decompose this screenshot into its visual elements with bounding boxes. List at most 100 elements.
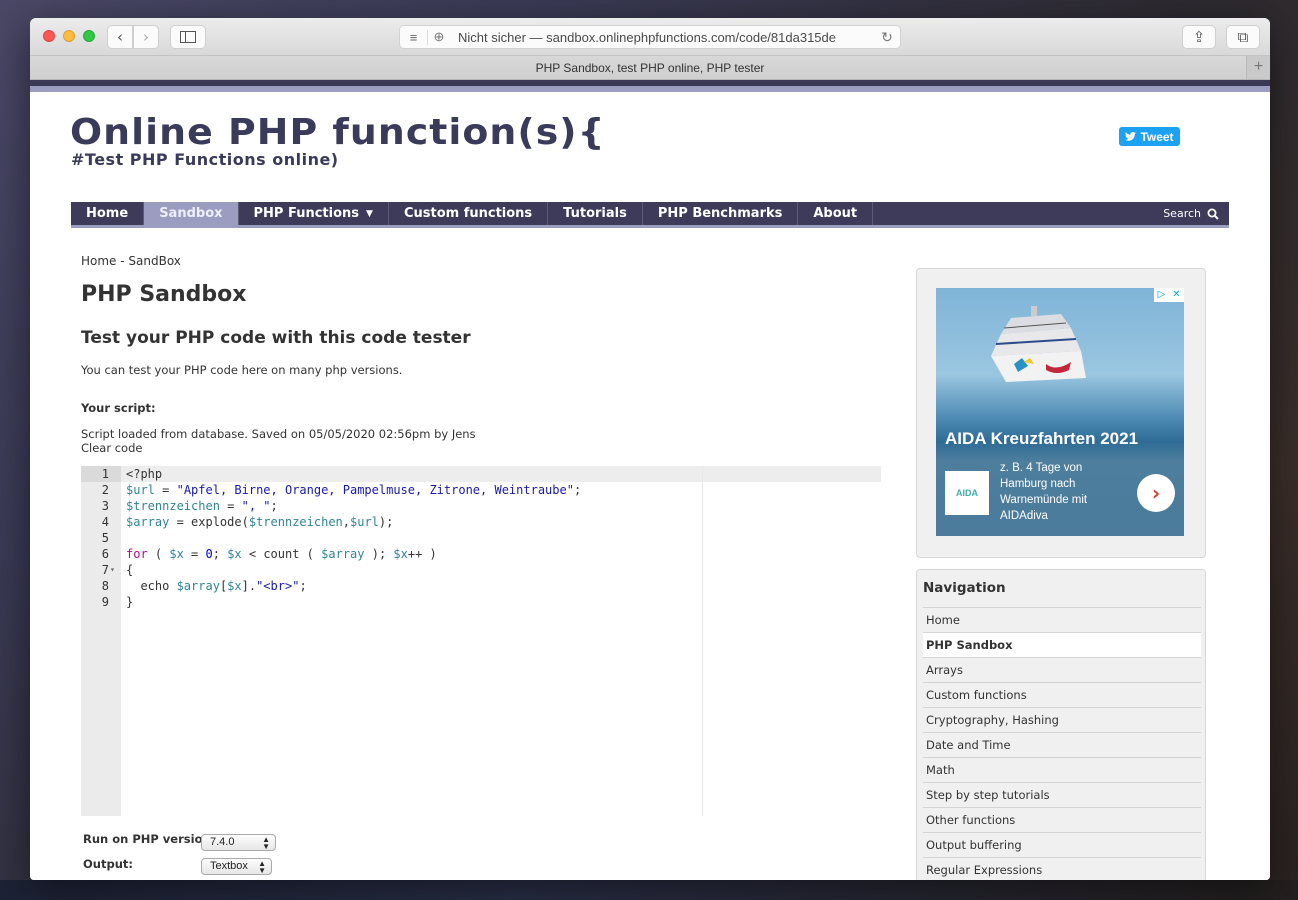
nav-label: Custom functions [403,206,533,221]
nav-home[interactable]: Home [71,202,145,225]
nav-label: PHP Benchmarks [657,206,783,221]
code-text: $trennzeichen = ", "; [126,499,278,513]
nav-php-functions[interactable]: PHP Functions ▼ [239,202,389,225]
line-number: 9 [101,595,109,609]
sidebar-nav-item[interactable]: Other functions [923,807,1201,832]
script-status: Script loaded from database. Saved on 05… [81,427,476,455]
code-line[interactable]: 3 $trennzeichen = ", "; [81,498,881,514]
chevron-right-icon: › [143,28,149,46]
nav-label: Tutorials [563,206,627,221]
sidebar-nav-item[interactable]: Output buffering [923,832,1201,857]
ad-next-button[interactable]: › [1137,474,1175,512]
url-text[interactable]: Nicht sicher — sandbox.onlinephpfunction… [450,30,874,45]
line-number: 4 [101,515,109,529]
address-bar[interactable]: ≡ ⊕ Nicht sicher — sandbox.onlinephpfunc… [399,25,901,49]
nav-sandbox[interactable]: Sandbox [144,202,239,225]
line-number: 6 [101,547,109,561]
tab-title[interactable]: PHP Sandbox, test PHP online, PHP tester [536,61,765,75]
sidebar-nav-item[interactable]: Math [923,757,1201,782]
url-value: sandbox.onlinephpfunctions.com/code/81da… [546,29,836,45]
new-tab-button[interactable]: + [1246,56,1270,79]
page-subtitle: Test your PHP code with this code tester [81,328,471,348]
php-version-select[interactable]: 7.4.0 ▲ ▼ [201,834,276,851]
zoom-window-button[interactable] [83,30,95,42]
script-label: Your script: [81,401,156,415]
sidebar-nav-item[interactable]: Cryptography, Hashing [923,707,1201,732]
nav-label: Sandbox [159,206,223,221]
select-arrows-icon: ▲ ▼ [258,859,266,875]
sidebar-nav-item[interactable]: Home [923,607,1201,632]
fold-arrow-icon[interactable]: ▾ [110,562,115,578]
main-navigation: Home Sandbox PHP Functions ▼ Custom funct… [71,202,1229,228]
web-page: Online PHP function(s){ #Test PHP Functi… [30,92,1270,880]
browser-window: ‹ › ≡ ⊕ Nicht sicher — sandbox.onlinephp… [30,18,1270,880]
code-text: } [126,595,134,609]
php-version-label: Run on PHP version: [83,832,216,846]
breadcrumb[interactable]: Home - SandBox [81,254,181,268]
code-text: $array = explode($trennzeichen,$url); [126,515,394,529]
line-number: 7 [101,563,109,577]
code-line[interactable]: 5 [81,530,881,546]
code-line[interactable]: 2 $url = "Apfel, Birne, Orange, Pampelmus… [81,482,881,498]
nav-tutorials[interactable]: Tutorials [548,202,643,225]
nav-php-benchmarks[interactable]: PHP Benchmarks [643,202,799,225]
code-line[interactable]: 6 for ( $x = 0; $x < count ( $array ); $x… [81,546,881,562]
sidebar-navigation: Navigation Home PHP Sandbox Arrays Custom f… [916,569,1206,880]
code-text: <?php [126,467,163,481]
script-saved-info: Script loaded from database. Saved on 05… [81,427,476,441]
clear-code-link[interactable]: Clear code [81,441,142,455]
sidebar-nav-item[interactable]: Regular Expressions [923,857,1201,880]
reader-mode-icon[interactable]: ≡ [400,29,428,45]
code-editor[interactable]: 1 <?php 2 $url = "Apfel, Birne, Orange, Pam… [81,466,881,816]
sidebar-nav-item[interactable]: PHP Sandbox [923,632,1201,657]
sidebar-icon [180,31,196,43]
search-button[interactable]: Search [1163,202,1229,225]
code-line[interactable]: 1 <?php [81,466,881,482]
ad-description: z. B. 4 Tage von Hamburg nach Warnemünde… [1000,462,1088,522]
code-text: { [126,563,134,577]
tweet-label: Tweet [1140,129,1174,144]
code-line[interactable]: 8 echo $array[$x]."<br>"; [81,578,881,594]
nav-custom-functions[interactable]: Custom functions [389,202,549,225]
sidebar-nav-item[interactable]: Date and Time [923,732,1201,757]
forward-button[interactable]: › [133,25,159,49]
minimize-window-button[interactable] [63,30,75,42]
code-line[interactable]: 7 ▾ { [81,562,881,578]
nav-about[interactable]: About [798,202,874,225]
back-button[interactable]: ‹ [107,25,133,49]
line-number: 2 [101,483,109,497]
show-tabs-button[interactable]: ⧉ [1226,25,1260,49]
advertisement[interactable]: ▷ ✕ AIDA Kreuzfahrten 2021 AIDA z. B. 4 … [936,288,1184,536]
aida-logo: AIDA [945,471,989,515]
close-window-button[interactable] [43,30,55,42]
search-icon [1207,208,1219,220]
ad-container: ▷ ✕ AIDA Kreuzfahrten 2021 AIDA z. B. 4 … [916,268,1206,558]
nav-label: About [813,206,858,221]
code-line[interactable]: 4 $array = explode($trennzeichen,$url); [81,514,881,530]
share-button[interactable]: ⇪ [1182,25,1216,49]
sidebar-toggle-button[interactable] [170,25,206,49]
search-label: Search [1163,207,1201,220]
tab-bar: PHP Sandbox, test PHP online, PHP tester… [30,56,1270,80]
output-select[interactable]: Textbox ▲ ▼ [201,858,272,875]
url-separator: — [525,29,547,45]
ad-choices[interactable]: ▷ ✕ [1154,288,1184,302]
tweet-button[interactable]: Tweet [1119,127,1180,146]
sidebar-nav-item[interactable]: Custom functions [923,682,1201,707]
line-number: 8 [101,579,109,593]
close-ad-icon[interactable]: ✕ [1169,288,1184,302]
reload-icon[interactable]: ↻ [874,29,900,46]
adchoices-icon[interactable]: ▷ [1154,288,1169,302]
page-title: PHP Sandbox [81,282,247,307]
sidebar-nav-item[interactable]: Step by step tutorials [923,782,1201,807]
sidebar-nav-item[interactable]: Arrays [923,657,1201,682]
security-warning: Nicht sicher [458,29,526,45]
intro-text: You can test your PHP code here on many … [81,363,403,377]
globe-icon: ⊕ [433,29,445,44]
site-logo-title[interactable]: Online PHP function(s){ [70,112,606,153]
code-line[interactable]: 9} [81,594,881,610]
twitter-bird-icon [1125,132,1137,141]
nav-label: Home [86,206,129,221]
ad-headline[interactable]: AIDA Kreuzfahrten 2021 [945,429,1138,449]
nav-label: PHP Functions [253,206,360,221]
